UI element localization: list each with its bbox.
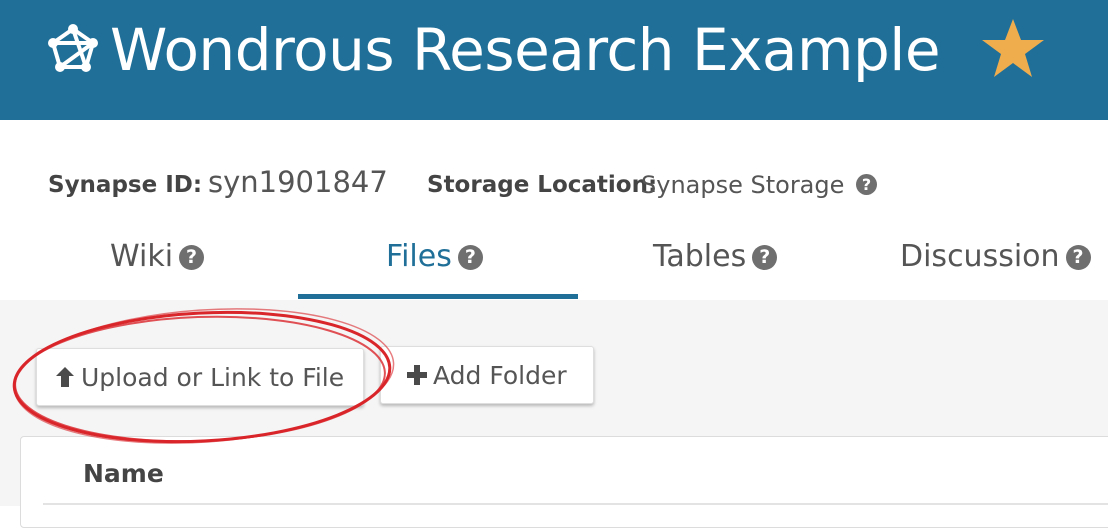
question-circle-icon[interactable]: ? <box>856 174 877 195</box>
storage-location-value: Synapse Storage <box>641 171 845 199</box>
column-header-name[interactable]: Name <box>83 459 164 488</box>
table-divider <box>43 503 1108 505</box>
synapse-project-icon <box>48 24 98 72</box>
tab-tables[interactable]: Tables? <box>653 224 778 294</box>
project-header: Wondrous Research Example <box>0 0 1108 120</box>
question-circle-icon[interactable]: ? <box>179 245 205 270</box>
question-circle-icon[interactable]: ? <box>752 245 778 270</box>
tab-label: Files <box>386 239 452 274</box>
upload-or-link-button[interactable]: Upload or Link to File <box>36 348 364 406</box>
tab-files[interactable]: Files? <box>386 224 483 294</box>
tab-label: Discussion <box>900 239 1060 274</box>
question-circle-icon[interactable]: ? <box>1065 245 1091 270</box>
tab-label: Tables <box>653 239 747 274</box>
entity-metadata: Synapse ID: syn1901847 Storage Location:… <box>48 162 908 206</box>
storage-location-label: Storage Location: <box>427 172 658 198</box>
tab-label: Wiki <box>110 239 174 274</box>
tab-wiki[interactable]: Wiki? <box>110 224 205 294</box>
active-tab-indicator <box>298 294 578 299</box>
files-table: Name <box>20 436 1108 528</box>
entity-tabs: Wiki? Files? Tables? Discussion? <box>18 224 1108 302</box>
synapse-id-value: syn1901847 <box>208 165 388 199</box>
add-folder-label: Add Folder <box>433 361 567 390</box>
tab-discussion[interactable]: Discussion? <box>900 224 1091 294</box>
plus-icon <box>407 347 427 405</box>
project-title: Wondrous Research Example <box>110 16 941 84</box>
question-circle-icon[interactable]: ? <box>457 245 483 270</box>
arrow-up-icon <box>55 349 75 407</box>
star-icon[interactable] <box>980 16 1046 80</box>
add-folder-button[interactable]: Add Folder <box>380 346 594 404</box>
synapse-id-label: Synapse ID: <box>48 172 203 198</box>
upload-button-label: Upload or Link to File <box>81 363 345 392</box>
